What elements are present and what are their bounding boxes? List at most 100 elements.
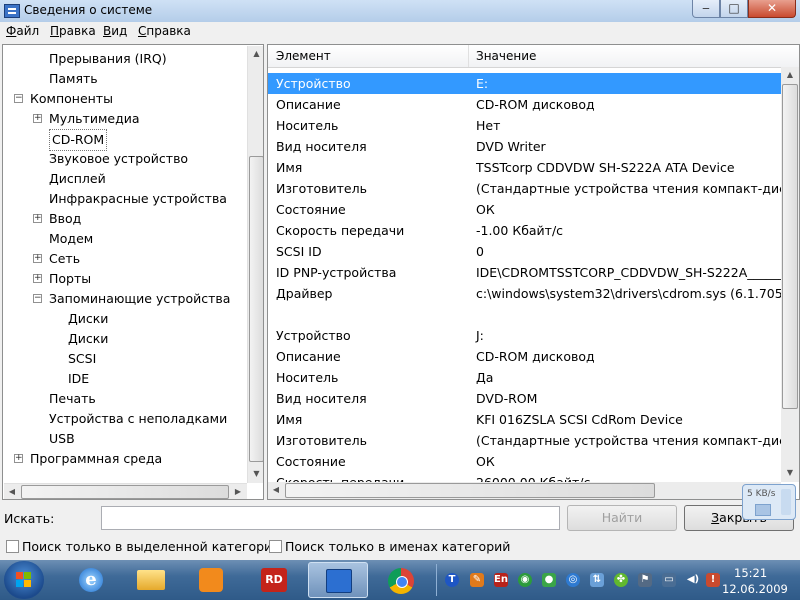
tree-horizontal-scrollbar[interactable]: ◀ ▶: [4, 483, 247, 499]
detail-row[interactable]: Устройство E:: [268, 73, 781, 94]
scroll-up-arrow-icon[interactable]: ▲: [248, 46, 263, 62]
category-tree[interactable]: Прерывания (IRQ) Память − Компоненты + Мульти…: [2, 44, 264, 500]
taskbar-media-player[interactable]: [182, 562, 240, 598]
detail-key: Изготовитель: [276, 181, 367, 196]
column-value[interactable]: Значение: [476, 49, 536, 63]
tree-item-label: Сеть: [49, 251, 81, 266]
expand-icon[interactable]: +: [33, 114, 42, 123]
detail-row[interactable]: Носитель Нет: [268, 115, 781, 136]
detail-row[interactable]: Изготовитель (Стандартные устройства чтен…: [268, 178, 799, 199]
tray-flag-icon[interactable]: ⚑: [638, 573, 652, 587]
clock-date[interactable]: 12.06.2009: [722, 582, 788, 596]
detail-value: c:\windows\system32\drivers\cdrom.sys (6…: [476, 286, 800, 301]
scroll-down-arrow-icon[interactable]: ▼: [781, 465, 799, 481]
menu-view[interactable]: Вид: [103, 24, 127, 38]
tray-t-icon[interactable]: T: [445, 573, 459, 587]
detail-value: Нет: [476, 118, 501, 133]
detail-row[interactable]: [268, 304, 781, 325]
detail-row[interactable]: Описание CD-ROM дисковод: [268, 94, 781, 115]
detail-row[interactable]: SCSI ID 0: [268, 241, 781, 262]
start-button[interactable]: [4, 561, 44, 599]
detail-row[interactable]: Вид носителя DVD Writer: [268, 136, 781, 157]
detail-key: Носитель: [276, 118, 339, 133]
tray-action-center-icon[interactable]: !: [706, 573, 720, 587]
menu-edit[interactable]: Правка: [50, 24, 96, 38]
search-input[interactable]: [101, 506, 560, 530]
tree-item-label: Диски: [68, 331, 109, 346]
details-horizontal-scrollbar[interactable]: ◀ ▶: [268, 482, 781, 499]
taskbar-explorer[interactable]: [122, 562, 180, 598]
taskbar-remote-app[interactable]: RD: [246, 562, 304, 598]
detail-key: Изготовитель: [276, 433, 367, 448]
detail-row[interactable]: Имя KFI 016ZSLA SCSI CdRom Device: [268, 409, 781, 430]
expand-icon[interactable]: +: [33, 254, 42, 263]
expand-icon[interactable]: +: [14, 454, 23, 463]
tray-circle-icon[interactable]: ◉: [518, 573, 532, 587]
menu-file[interactable]: Файл: [6, 24, 39, 38]
details-scroll-thumb[interactable]: [782, 84, 798, 409]
tray-network-icon[interactable]: ⇅: [590, 573, 604, 587]
minimize-button[interactable]: ‒: [692, 0, 720, 18]
expand-icon[interactable]: +: [33, 214, 42, 223]
tray-globe-icon[interactable]: ◎: [566, 573, 580, 587]
detail-value: KFI 016ZSLA SCSI CdRom Device: [476, 412, 683, 427]
tree-vertical-scrollbar[interactable]: ▲ ▼: [247, 46, 263, 483]
detail-row[interactable]: Имя TSSTcorp CDDVDW SH-S222A ATA Device: [268, 157, 781, 178]
detail-key: Устройство: [276, 76, 351, 91]
scroll-left-arrow-icon[interactable]: ◀: [4, 484, 20, 499]
network-speed-widget[interactable]: 5 KB/s: [742, 484, 796, 520]
scroll-up-arrow-icon[interactable]: ▲: [781, 67, 799, 83]
detail-row[interactable]: Устройство J:: [268, 325, 781, 346]
tray-language-icon[interactable]: En: [494, 573, 508, 587]
taskbar-internet-explorer[interactable]: e: [62, 562, 120, 598]
maximize-button[interactable]: □: [720, 0, 748, 18]
scroll-right-arrow-icon[interactable]: ▶: [230, 484, 246, 499]
detail-row[interactable]: ID PNP-устройства IDE\CDROMTSSTCORP_CDDVD…: [268, 262, 799, 283]
detail-row[interactable]: Носитель Да: [268, 367, 781, 388]
tray-clover-icon[interactable]: ✤: [614, 573, 628, 587]
detail-value: J:: [476, 328, 484, 343]
search-selected-category-checkbox[interactable]: [6, 540, 19, 553]
expand-icon[interactable]: +: [33, 274, 42, 283]
tray-green-icon[interactable]: ●: [542, 573, 556, 587]
column-element[interactable]: Элемент: [276, 49, 331, 63]
tree-item-label: Модем: [49, 231, 94, 246]
title-bar[interactable]: Сведения о системе ‒ □ ✕: [0, 0, 800, 23]
detail-value: Да: [476, 370, 494, 385]
search-selected-category-label[interactable]: Поиск только в выделенной категории: [22, 539, 280, 554]
detail-row[interactable]: Скорость передачи -1.00 Кбайт/с: [268, 220, 781, 241]
scroll-left-arrow-icon[interactable]: ◀: [268, 482, 284, 499]
collapse-icon[interactable]: −: [33, 294, 42, 303]
details-hscroll-thumb[interactable]: [285, 483, 655, 498]
volume-icon[interactable]: ◀): [686, 573, 700, 587]
details-vertical-scrollbar[interactable]: ▲ ▼: [781, 67, 799, 482]
system-info-icon: [326, 569, 352, 593]
clock-time[interactable]: 15:21: [734, 566, 767, 580]
find-button[interactable]: Найти: [567, 505, 677, 531]
detail-row[interactable]: Описание CD-ROM дисковод: [268, 346, 781, 367]
detail-row[interactable]: Изготовитель (Стандартные устройства чтен…: [268, 430, 799, 451]
search-category-names-label[interactable]: Поиск только в именах категорий: [285, 539, 510, 554]
taskbar-system-info[interactable]: [308, 562, 368, 598]
tree-item-label: Звуковое устройство: [49, 151, 189, 166]
detail-row[interactable]: Драйвер c:\windows\system32\drivers\cdrom…: [268, 283, 799, 304]
detail-row[interactable]: Вид носителя DVD-ROM: [268, 388, 781, 409]
search-category-names-checkbox[interactable]: [269, 540, 282, 553]
tray-pencil-icon[interactable]: ✎: [470, 573, 484, 587]
collapse-icon[interactable]: −: [14, 94, 23, 103]
column-separator[interactable]: [468, 45, 469, 67]
detail-row[interactable]: Состояние ОК: [268, 451, 781, 472]
detail-row[interactable]: Состояние ОК: [268, 199, 781, 220]
tree-hscroll-thumb[interactable]: [21, 485, 229, 499]
menu-help[interactable]: Справка: [138, 24, 191, 38]
close-window-button[interactable]: ✕: [748, 0, 796, 18]
taskbar-chrome[interactable]: [372, 562, 430, 598]
scroll-down-arrow-icon[interactable]: ▼: [248, 466, 263, 482]
details-list[interactable]: Элемент Значение Устройство E: Описание CD-…: [267, 44, 800, 500]
media-player-icon: [199, 568, 223, 592]
tray-monitor-icon[interactable]: ▭: [662, 573, 676, 587]
detail-key: Носитель: [276, 370, 339, 385]
tree-item-label: Инфракрасные устройства: [49, 191, 227, 206]
tree-scroll-thumb[interactable]: [249, 156, 263, 462]
detail-value: ОК: [476, 202, 495, 217]
